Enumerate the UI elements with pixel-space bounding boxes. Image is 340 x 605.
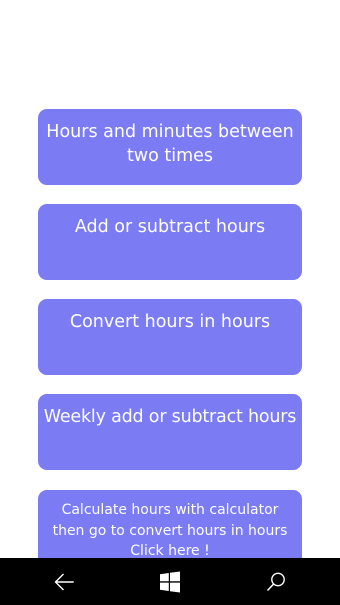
navigation-bar	[0, 558, 340, 605]
convert-hours-button[interactable]: Convert hours in hours	[38, 299, 302, 375]
windows-start-icon[interactable]	[158, 570, 182, 594]
button-label: Weekly add or subtract hours	[43, 407, 297, 427]
button-label: Add or subtract hours	[74, 217, 266, 237]
weekly-add-or-subtract-hours-button[interactable]: Weekly add or subtract hours	[38, 394, 302, 470]
button-label: Convert hours in hours	[69, 312, 271, 332]
back-arrow-icon[interactable]	[52, 570, 76, 594]
button-label: Calculate hours with calculator then go …	[52, 502, 288, 559]
button-label: Hours and minutes between two times	[46, 122, 294, 166]
add-or-subtract-hours-button[interactable]: Add or subtract hours	[38, 204, 302, 280]
search-icon[interactable]	[264, 570, 288, 594]
hours-minutes-between-two-times-button[interactable]: Hours and minutes between two times	[38, 109, 302, 185]
